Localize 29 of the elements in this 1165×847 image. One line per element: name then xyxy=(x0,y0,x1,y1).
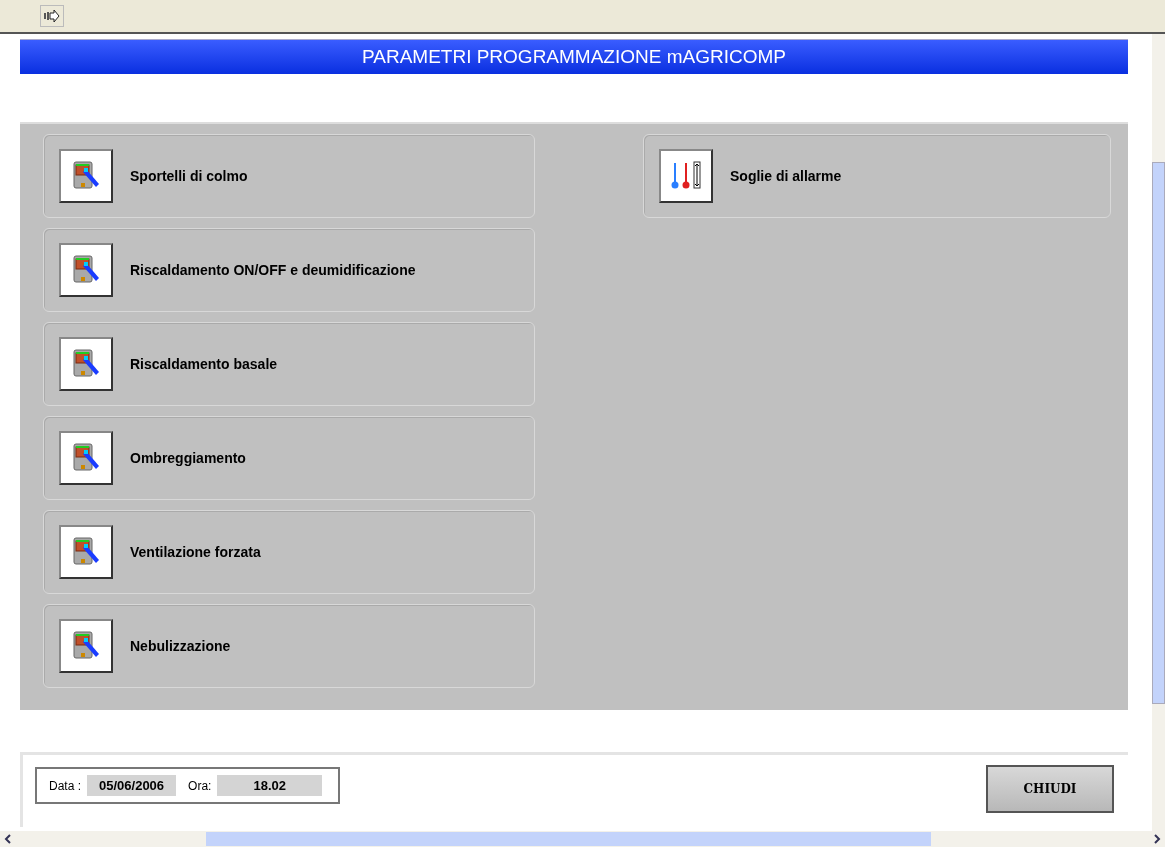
item-label: Nebulizzazione xyxy=(130,638,231,654)
controller-icon xyxy=(72,254,100,286)
controller-icon xyxy=(72,348,100,380)
scroll-right-icon[interactable] xyxy=(1153,834,1161,844)
window-title: PARAMETRI PROGRAMMAZIONE mAGRICOMP xyxy=(20,39,1128,74)
date-value: 05/06/2006 xyxy=(87,775,177,796)
item-label: Riscaldamento ON/OFF e deumidificazione xyxy=(130,262,416,278)
scroll-left-icon[interactable] xyxy=(4,834,12,844)
close-button[interactable]: CHIUDI xyxy=(986,765,1114,813)
item-button[interactable] xyxy=(59,431,113,485)
item-button[interactable] xyxy=(59,619,113,673)
item-button[interactable] xyxy=(59,149,113,203)
item-button[interactable] xyxy=(59,337,113,391)
item-label: Ombreggiamento xyxy=(130,450,246,466)
item-button[interactable] xyxy=(659,149,713,203)
time-label: Ora: xyxy=(188,778,212,793)
controller-icon xyxy=(72,630,100,662)
item-button[interactable] xyxy=(59,525,113,579)
date-label: Data : xyxy=(49,778,81,793)
controller-icon xyxy=(72,536,100,568)
thermometer-icon xyxy=(669,161,703,191)
item-label: Sportelli di colmo xyxy=(130,168,248,184)
item-label: Ventilazione forzata xyxy=(130,544,261,560)
item-label: Riscaldamento basale xyxy=(130,356,278,372)
controller-icon xyxy=(72,442,100,474)
time-value: 18.02 xyxy=(217,775,322,796)
item-label: Soglie di allarme xyxy=(730,168,842,184)
controller-icon xyxy=(72,160,100,192)
item-button[interactable] xyxy=(59,243,113,297)
